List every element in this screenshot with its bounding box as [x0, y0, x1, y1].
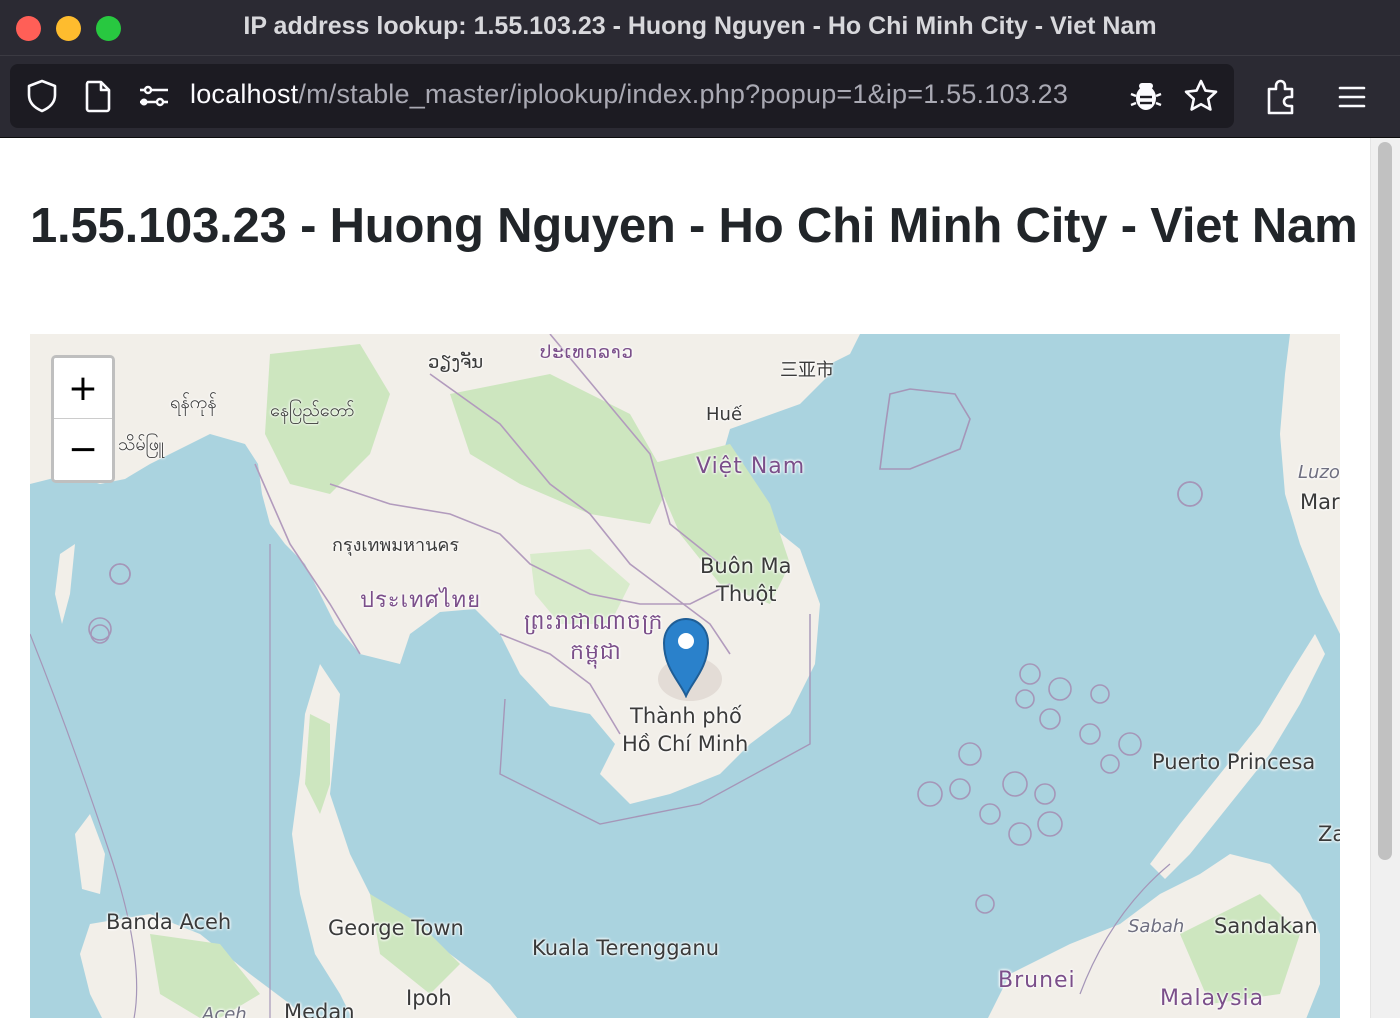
map-marker-icon[interactable]	[661, 616, 711, 699]
map-label-vientiane: ວຽງຈັນ	[428, 352, 484, 373]
map-label-vietnam: Việt Nam	[696, 454, 806, 479]
minimize-window-button[interactable]	[56, 16, 81, 41]
url-bar[interactable]: localhost/m/stable_master/iplookup/index…	[10, 64, 1234, 128]
map-label-manila: Mar	[1300, 490, 1340, 514]
page-title: 1.55.103.23 - Huong Nguyen - Ho Chi Minh…	[30, 199, 1358, 253]
map[interactable]: ວຽງຈັນ ປະເທດລາວ 三亚市 Huế Việt Nam ရန်ကုန်…	[30, 334, 1340, 1018]
map-label-hue: Huế	[706, 404, 743, 425]
map-label-myanmar: သိမ်ဖြူ	[118, 434, 165, 455]
bug-icon[interactable]	[1128, 78, 1164, 114]
map-label-thailand: ประเทศไทย	[360, 588, 482, 613]
url-path: /m/stable_master/iplookup/index.php?popu…	[298, 79, 1069, 109]
map-label-malaysia: Malaysia	[1160, 986, 1265, 1011]
map-label-laos: ປະເທດລາວ	[540, 342, 635, 363]
map-label-yangon: ရန်ကုန်	[170, 392, 217, 413]
map-label-medan: Medan	[284, 1000, 355, 1018]
page-scrollbar-thumb[interactable]	[1378, 142, 1392, 860]
map-label-cambodia-2: កម្ពុជា	[570, 640, 622, 665]
extensions-icon[interactable]	[1262, 78, 1300, 116]
browser-toolbar: localhost/m/stable_master/iplookup/index…	[0, 56, 1400, 138]
map-label-puerto-princesa: Puerto Princesa	[1152, 750, 1316, 774]
url-host: localhost	[190, 79, 299, 109]
map-label-sabah: Sabah	[1128, 916, 1185, 937]
close-window-button[interactable]	[16, 16, 41, 41]
window-title: IP address lookup: 1.55.103.23 - Huong N…	[243, 12, 1157, 40]
map-label-buon-ma-thuot: Buôn Ma	[700, 554, 792, 578]
map-label-cambodia: ព្រះរាជាណាចក្រ	[524, 610, 664, 635]
map-label-ipoh: Ipoh	[406, 986, 452, 1010]
shield-icon[interactable]	[24, 78, 60, 114]
land-philippines	[1280, 334, 1340, 634]
bookmark-star-icon[interactable]	[1182, 77, 1220, 115]
map-zoom-control: + −	[51, 355, 115, 483]
map-label-zamboanga: Za	[1318, 822, 1340, 846]
map-label-hcmc: Thành phố	[630, 704, 742, 728]
map-label-banda-aceh: Banda Aceh	[106, 910, 232, 934]
map-label-hcmc-2: Hồ Chí Minh	[622, 732, 749, 756]
menu-icon[interactable]	[1334, 78, 1370, 116]
paracel-islands	[879, 388, 971, 470]
zoom-out-button[interactable]: −	[54, 419, 112, 480]
map-label-sanya: 三亚市	[780, 360, 834, 381]
map-label-aceh: Aceh	[202, 1004, 247, 1018]
permissions-icon[interactable]	[134, 78, 174, 114]
window-titlebar: IP address lookup: 1.55.103.23 - Huong N…	[0, 0, 1400, 56]
map-label-luzon: Luzo	[1298, 462, 1340, 483]
land-andaman	[55, 544, 75, 624]
url-text[interactable]: localhost/m/stable_master/iplookup/index…	[190, 79, 1068, 110]
page-content: 1.55.103.23 - Huong Nguyen - Ho Chi Minh…	[0, 138, 1370, 1018]
maximize-window-button[interactable]	[96, 16, 121, 41]
zoom-in-button[interactable]: +	[54, 358, 112, 419]
map-label-naypyidaw: နေပြည်တော်	[270, 400, 355, 421]
map-label-george-town: George Town	[328, 916, 464, 940]
page-icon[interactable]	[80, 78, 116, 114]
map-label-bangkok: กรุงเทพมหานคร	[332, 535, 460, 556]
map-label-kuala-terengganu: Kuala Terengganu	[532, 936, 720, 960]
map-label-sandakan: Sandakan	[1214, 914, 1318, 938]
map-label-brunei: Brunei	[998, 968, 1076, 993]
map-label-buon-ma-thuot-2: Thuột	[716, 582, 777, 606]
